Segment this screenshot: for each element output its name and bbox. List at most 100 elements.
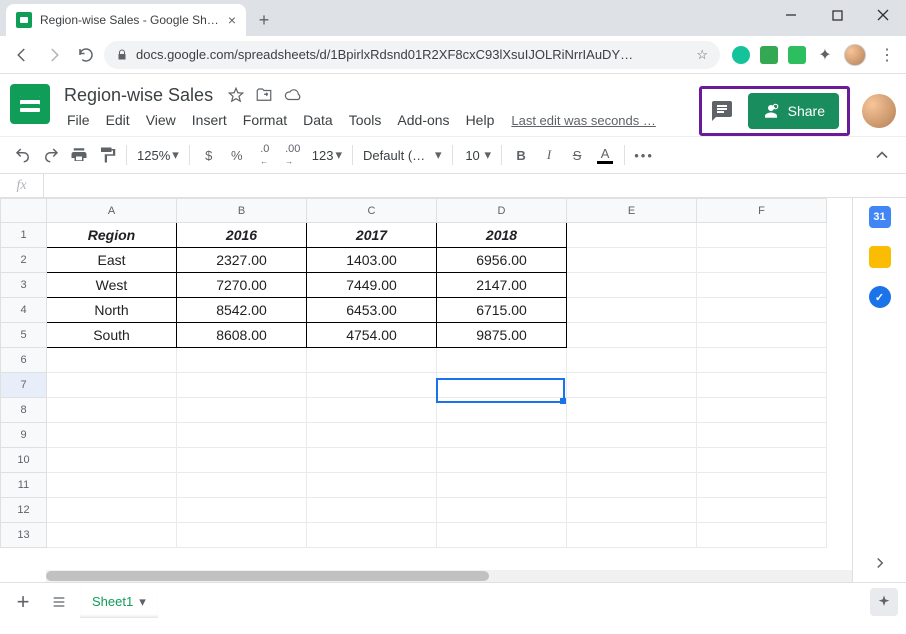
cell[interactable] [697,223,827,248]
omnibox[interactable]: docs.google.com/spreadsheets/d/1BpirlxRd… [104,41,720,69]
menu-insert[interactable]: Insert [185,110,234,130]
cell[interactable] [47,348,177,373]
text-color-button[interactable]: A [592,142,618,168]
menu-addons[interactable]: Add-ons [390,110,456,130]
cell[interactable]: 6715.00 [437,298,567,323]
cell[interactable] [177,398,307,423]
window-minimize-button[interactable] [768,0,814,30]
strikethrough-button[interactable]: S [564,142,590,168]
cell[interactable] [697,423,827,448]
undo-button[interactable] [10,142,36,168]
cell[interactable]: 2147.00 [437,273,567,298]
nav-forward-button[interactable] [40,41,68,69]
cell[interactable]: 7270.00 [177,273,307,298]
window-maximize-button[interactable] [814,0,860,30]
cell[interactable] [307,373,437,398]
row-header[interactable]: 8 [1,398,47,423]
format-percent-button[interactable]: % [224,142,250,168]
row-header[interactable]: 5 [1,323,47,348]
sheet-tab-sheet1[interactable]: Sheet1 ▾ [80,586,158,618]
col-header-C[interactable]: C [307,199,437,223]
row-header[interactable]: 6 [1,348,47,373]
cell[interactable] [177,448,307,473]
extension-evernote-icon[interactable] [788,46,806,64]
col-header-F[interactable]: F [697,199,827,223]
cell[interactable] [697,498,827,523]
cell[interactable] [567,498,697,523]
cell[interactable] [567,223,697,248]
cell[interactable] [177,498,307,523]
row-header[interactable]: 7 [1,373,47,398]
cell[interactable] [697,323,827,348]
cell[interactable] [437,523,567,548]
cell[interactable] [307,423,437,448]
calendar-addon-icon[interactable]: 31 [869,206,891,228]
redo-button[interactable] [38,142,64,168]
cell[interactable]: 2018 [437,223,567,248]
cell[interactable] [437,423,567,448]
cell[interactable]: South [47,323,177,348]
chevron-down-icon[interactable]: ▾ [139,594,146,610]
cell[interactable]: 8542.00 [177,298,307,323]
cell[interactable] [437,448,567,473]
cell[interactable]: 7449.00 [307,273,437,298]
cell[interactable] [697,448,827,473]
collapse-toolbar-button[interactable] [868,141,896,169]
account-avatar[interactable] [862,94,896,128]
cell[interactable] [307,473,437,498]
cell[interactable] [567,398,697,423]
menu-help[interactable]: Help [459,110,502,130]
explore-button[interactable] [870,588,898,616]
cell[interactable] [177,423,307,448]
share-button[interactable]: Share [748,93,839,129]
cell[interactable] [177,348,307,373]
keep-addon-icon[interactable]: . [869,246,891,268]
tasks-addon-icon[interactable]: ✓ [869,286,891,308]
cell[interactable]: 8608.00 [177,323,307,348]
zoom-dropdown[interactable]: 125%▾ [133,147,183,163]
cell[interactable]: 6956.00 [437,248,567,273]
cell[interactable]: 6453.00 [307,298,437,323]
cell[interactable]: East [47,248,177,273]
cell[interactable]: 2327.00 [177,248,307,273]
col-header-B[interactable]: B [177,199,307,223]
menu-data[interactable]: Data [296,110,340,130]
col-header-A[interactable]: A [47,199,177,223]
row-header[interactable]: 12 [1,498,47,523]
cell[interactable] [567,298,697,323]
paint-format-button[interactable] [94,142,120,168]
menu-edit[interactable]: Edit [99,110,137,130]
menu-format[interactable]: Format [236,110,294,130]
cell[interactable] [47,473,177,498]
more-toolbar-button[interactable]: ••• [631,142,657,168]
row-header[interactable]: 9 [1,423,47,448]
extensions-menu-icon[interactable]: ✦ [816,46,834,64]
extension-grammarly-icon[interactable] [732,46,750,64]
cell[interactable] [307,398,437,423]
horizontal-scrollbar[interactable] [46,570,852,582]
cell[interactable] [307,498,437,523]
cell[interactable] [437,473,567,498]
cell[interactable] [307,448,437,473]
scroll-thumb[interactable] [46,571,489,581]
row-header[interactable]: 3 [1,273,47,298]
cell[interactable]: 2016 [177,223,307,248]
italic-button[interactable]: I [536,142,562,168]
cell[interactable] [47,398,177,423]
new-tab-button[interactable]: + [250,6,278,34]
profile-avatar-icon[interactable] [844,44,866,66]
cell[interactable] [567,448,697,473]
cell[interactable] [47,423,177,448]
all-sheets-button[interactable] [44,587,74,617]
font-size-dropdown[interactable]: 10▾ [459,147,496,163]
spreadsheet-grid[interactable]: A B C D E F 1 Region 2016 2017 2018 2 Ea… [0,198,852,582]
menu-tools[interactable]: Tools [342,110,389,130]
doc-title[interactable]: Region-wise Sales [60,83,217,108]
cell[interactable] [697,248,827,273]
cell[interactable] [47,523,177,548]
cell[interactable] [47,498,177,523]
cell[interactable] [177,473,307,498]
row-header[interactable]: 1 [1,223,47,248]
cell[interactable] [307,348,437,373]
more-formats-dropdown[interactable]: 123▾ [308,147,346,163]
